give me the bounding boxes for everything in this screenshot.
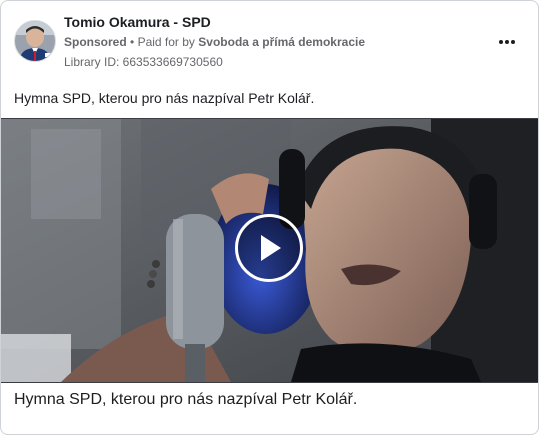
post-header: Tomio Okamura - SPD Sponsored • Paid for… — [1, 1, 538, 79]
sponsored-label: Sponsored — [64, 35, 127, 49]
play-icon — [261, 235, 281, 261]
more-options-icon — [499, 40, 503, 44]
video-caption: Hymna SPD, kterou pro nás nazpíval Petr … — [14, 391, 358, 408]
paid-for-by-label: Paid for by — [137, 35, 195, 49]
avatar-image — [15, 21, 55, 61]
more-options-icon-dot — [505, 40, 509, 44]
sponsor-line: Sponsored • Paid for by Svoboda a přímá … — [64, 35, 365, 49]
ad-body-text: Hymna SPD, kterou pro nás nazpíval Petr … — [14, 90, 315, 106]
library-id: Library ID: 663533669730560 — [64, 55, 223, 69]
ad-card: Tomio Okamura - SPD Sponsored • Paid for… — [0, 0, 539, 435]
avatar[interactable] — [14, 20, 56, 62]
sponsor-name[interactable]: Svoboda a přímá demokracie — [198, 35, 365, 49]
separator: • — [130, 35, 135, 49]
page-name[interactable]: Tomio Okamura - SPD — [64, 14, 211, 30]
play-button[interactable] — [235, 214, 303, 282]
more-options-icon-dot — [511, 40, 515, 44]
more-options-button[interactable] — [493, 30, 521, 54]
